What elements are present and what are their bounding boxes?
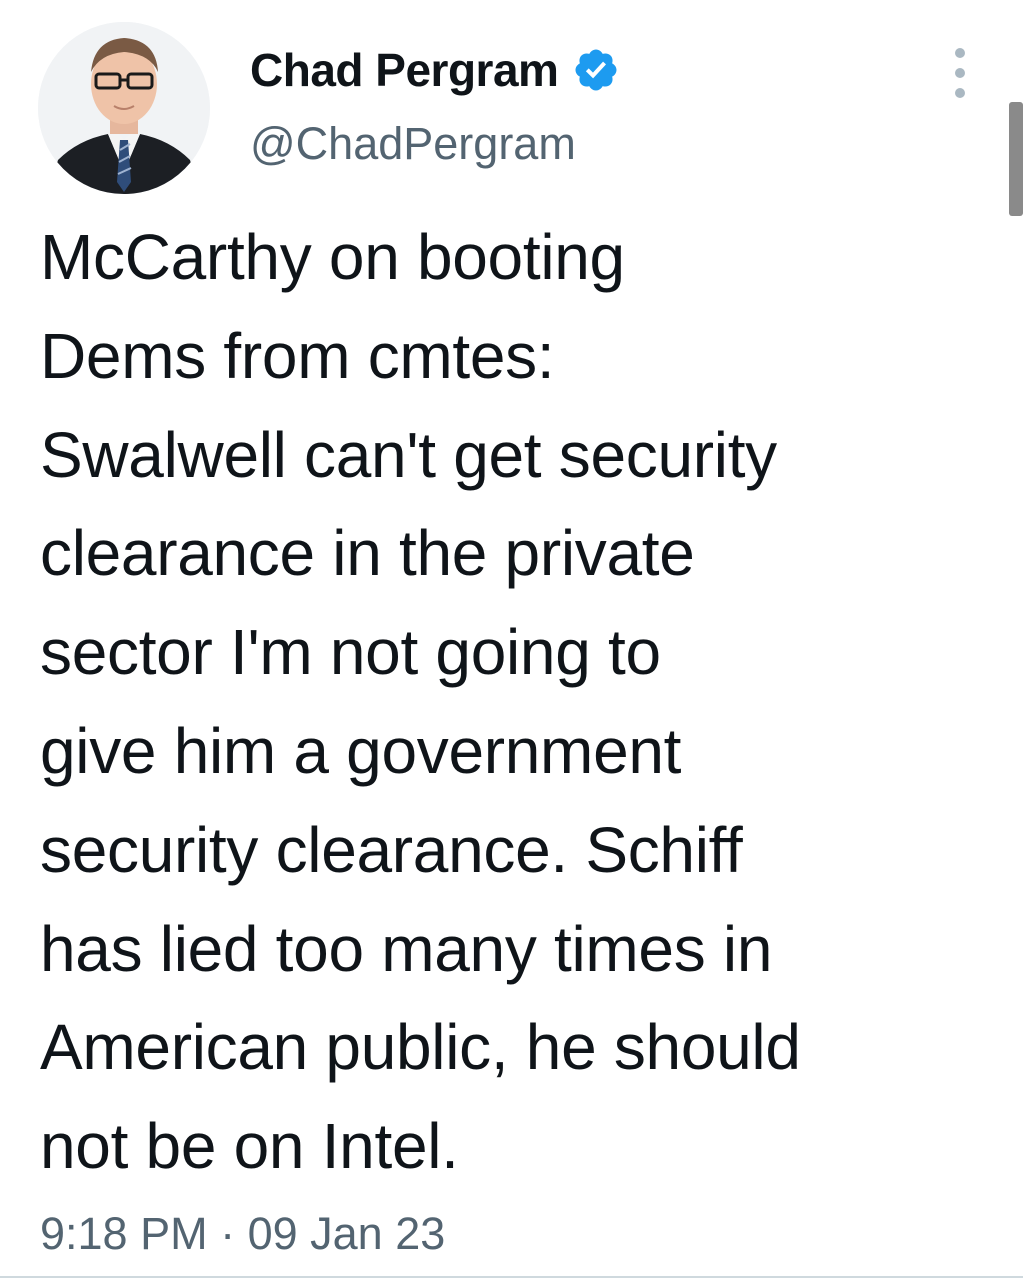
more-dot <box>955 48 965 58</box>
tweet-timestamp[interactable]: 9:18 PM · 09 Jan 23 <box>40 1208 445 1260</box>
author-name-row: Chad Pergram <box>250 38 620 102</box>
verified-badge-icon <box>575 49 617 91</box>
tweet-card: Chad Pergram @ChadPergram McCarthy on bo… <box>0 0 1023 1280</box>
more-dot <box>955 68 965 78</box>
author-avatar[interactable] <box>38 22 210 194</box>
author-display-name[interactable]: Chad Pergram <box>250 43 559 97</box>
author-handle[interactable]: @ChadPergram <box>250 118 576 170</box>
bottom-divider <box>0 1276 1023 1278</box>
more-dot <box>955 88 965 98</box>
tweet-text: McCarthy on booting Dems from cmtes: Swa… <box>40 221 801 1183</box>
more-options-icon[interactable] <box>938 48 982 98</box>
scrollbar-thumb[interactable] <box>1009 102 1023 216</box>
avatar-photo <box>38 22 210 194</box>
